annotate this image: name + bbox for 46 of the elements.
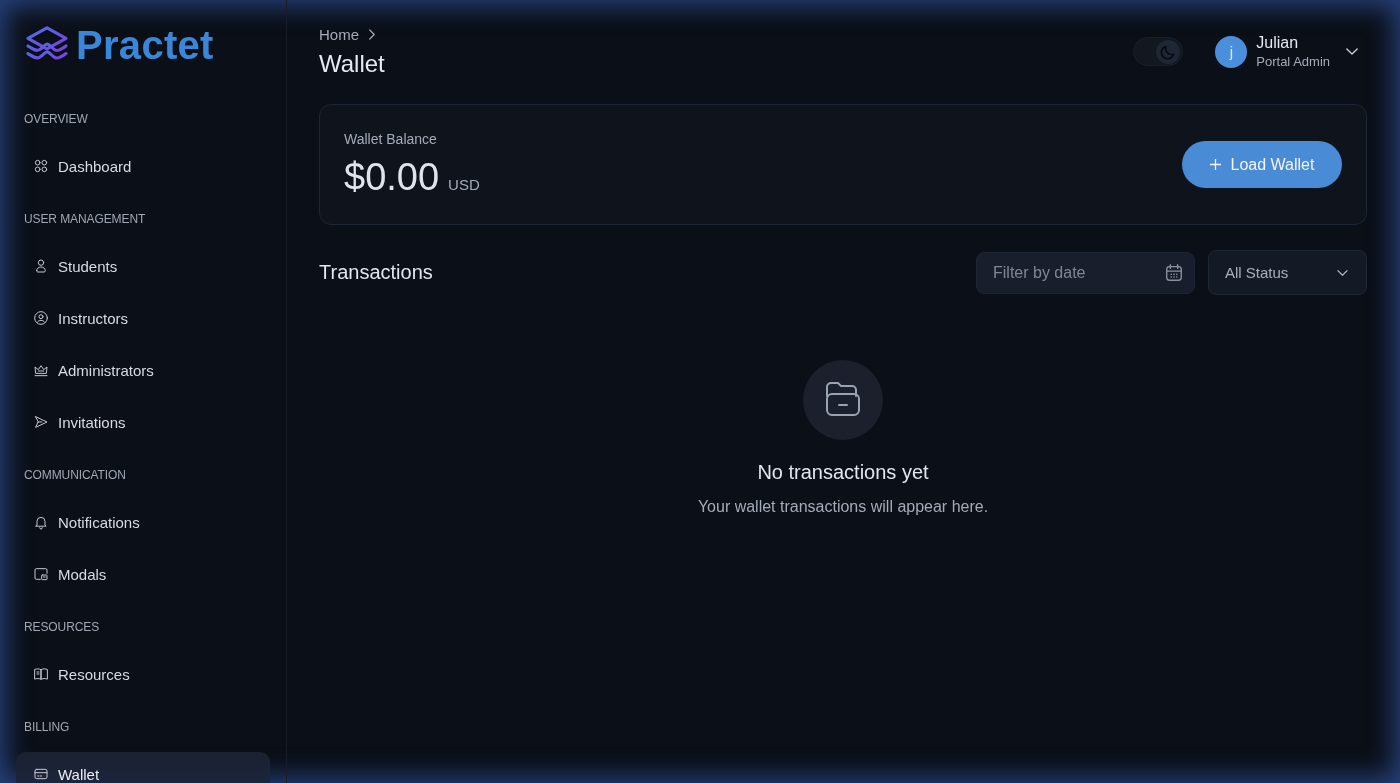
section-heading: OVERVIEW — [23, 111, 89, 127]
sidebar-item[interactable]: Wallet — [16, 752, 270, 783]
user-avatar: j — [1215, 35, 1248, 68]
status-dropdown[interactable]: All Status — [1208, 250, 1367, 295]
sidebar-item[interactable]: Notifications — [16, 500, 270, 544]
page-title: Wallet — [319, 49, 385, 79]
balance-amount: $0.00 — [344, 155, 440, 199]
folder-icon — [803, 360, 883, 440]
paper-plane-icon — [33, 414, 49, 430]
section-heading: BILLING — [23, 719, 71, 735]
section-heading: RESOURCES — [23, 619, 101, 635]
plus-icon — [1209, 159, 1221, 170]
sidebar-item[interactable]: Instructors — [16, 296, 270, 340]
card-icon — [33, 766, 49, 782]
theme-toggle[interactable] — [1133, 37, 1184, 66]
sidebar-item[interactable]: Dashboard — [16, 144, 270, 188]
user-circle-icon — [33, 310, 49, 326]
bell-icon — [33, 514, 49, 530]
crown-icon — [33, 362, 49, 378]
book-icon — [33, 666, 49, 682]
sidebar-item[interactable]: Resources — [16, 652, 270, 696]
brand-name: Practet — [76, 22, 214, 68]
grid-icon — [33, 158, 49, 174]
breadcrumb-link[interactable]: Home — [319, 25, 359, 43]
date-filter-field[interactable]: Filter by date — [976, 251, 1195, 294]
empty-state-message: Your wallet transactions will appear here. — [697, 497, 989, 517]
chevron-down-icon — [1346, 48, 1358, 55]
section-heading: USER MANAGEMENT — [23, 211, 147, 227]
user-menu[interactable]: j Julian Portal Admin — [1215, 33, 1358, 70]
chevron-down-icon — [1337, 269, 1348, 276]
window-icon — [33, 566, 49, 582]
sidebar-item[interactable]: Modals — [16, 552, 270, 596]
section-heading: COMMUNICATION — [23, 467, 127, 483]
section-title: Transactions — [319, 261, 433, 284]
user-name: Julian — [1256, 33, 1299, 53]
person-icon — [33, 258, 49, 274]
balance-label: Wallet Balance — [344, 130, 438, 148]
chevron-right-icon — [369, 28, 375, 40]
calendar-icon — [1166, 263, 1182, 281]
currency-code: USD — [448, 176, 480, 193]
sidebar-item[interactable]: Students — [16, 244, 270, 288]
sidebar-item[interactable]: Administrators — [16, 348, 270, 392]
empty-state-title: No transactions yet — [757, 460, 929, 485]
user-role: Portal Admin — [1256, 53, 1330, 70]
moon-icon — [1156, 39, 1181, 64]
sidebar-item[interactable]: Invitations — [16, 400, 270, 444]
